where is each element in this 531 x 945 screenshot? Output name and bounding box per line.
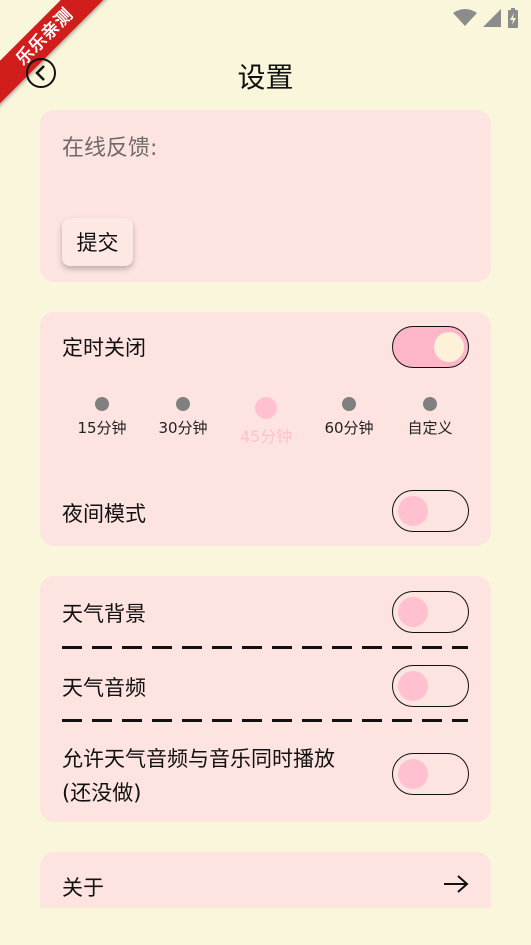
timer-option-60[interactable]: 60分钟 — [314, 396, 384, 438]
timer-option-label: 45分钟 — [239, 427, 293, 446]
radio-dot — [176, 397, 190, 411]
night-mode-label: 夜间模式 — [62, 502, 146, 526]
battery-icon — [508, 8, 518, 28]
timer-toggle[interactable] — [392, 326, 469, 368]
timer-option-custom[interactable]: 自定义 — [395, 396, 465, 438]
timer-card: 定时关闭 15分钟 30分钟 45分钟 60分钟 自定义 夜间模式 — [40, 312, 491, 546]
timer-option-label: 自定义 — [407, 419, 453, 437]
feedback-card: 在线反馈: 提交 — [40, 110, 491, 282]
weather-mix-label: 允许天气音频与音乐同时播放 (还没做) — [62, 742, 335, 810]
status-icons — [453, 8, 519, 28]
about-label: 关于 — [62, 876, 104, 900]
radio-dot — [342, 397, 356, 411]
divider — [62, 646, 468, 649]
weather-background-label: 天气背景 — [62, 602, 146, 626]
timer-option-label: 15分钟 — [77, 419, 127, 437]
weather-audio-label: 天气音频 — [62, 676, 146, 700]
weather-mix-label-line2: (还没做) — [62, 781, 142, 805]
toggle-knob — [398, 759, 428, 789]
divider — [62, 719, 468, 722]
toggle-knob — [398, 671, 428, 701]
night-mode-toggle[interactable] — [392, 490, 469, 532]
weather-background-toggle[interactable] — [392, 591, 469, 633]
arrow-right-icon — [444, 875, 469, 893]
header: 设置 — [0, 54, 531, 98]
page-title: 设置 — [237, 61, 294, 94]
weather-mix-toggle[interactable] — [392, 753, 469, 795]
timer-label: 定时关闭 — [62, 336, 146, 360]
submit-button[interactable]: 提交 — [62, 218, 133, 266]
timer-option-label: 60分钟 — [324, 419, 374, 437]
timer-option-45[interactable]: 45分钟 — [231, 396, 301, 447]
weather-audio-toggle[interactable] — [392, 665, 469, 707]
radio-dot — [423, 397, 437, 411]
feedback-input[interactable]: 在线反馈: — [62, 130, 157, 162]
timer-option-15[interactable]: 15分钟 — [67, 396, 137, 438]
toggle-knob — [398, 496, 428, 526]
signal-icon — [483, 9, 501, 27]
wifi-icon — [453, 9, 477, 26]
radio-dot-selected — [255, 397, 277, 419]
timer-option-30[interactable]: 30分钟 — [148, 396, 218, 438]
about-row[interactable]: 关于 — [40, 852, 491, 908]
weather-card: 天气背景 天气音频 允许天气音频与音乐同时播放 (还没做) — [40, 576, 491, 822]
weather-mix-label-line1: 允许天气音频与音乐同时播放 — [62, 747, 335, 771]
radio-dot — [95, 397, 109, 411]
toggle-knob — [398, 597, 428, 627]
toggle-knob — [434, 332, 464, 362]
timer-option-label: 30分钟 — [158, 419, 208, 437]
